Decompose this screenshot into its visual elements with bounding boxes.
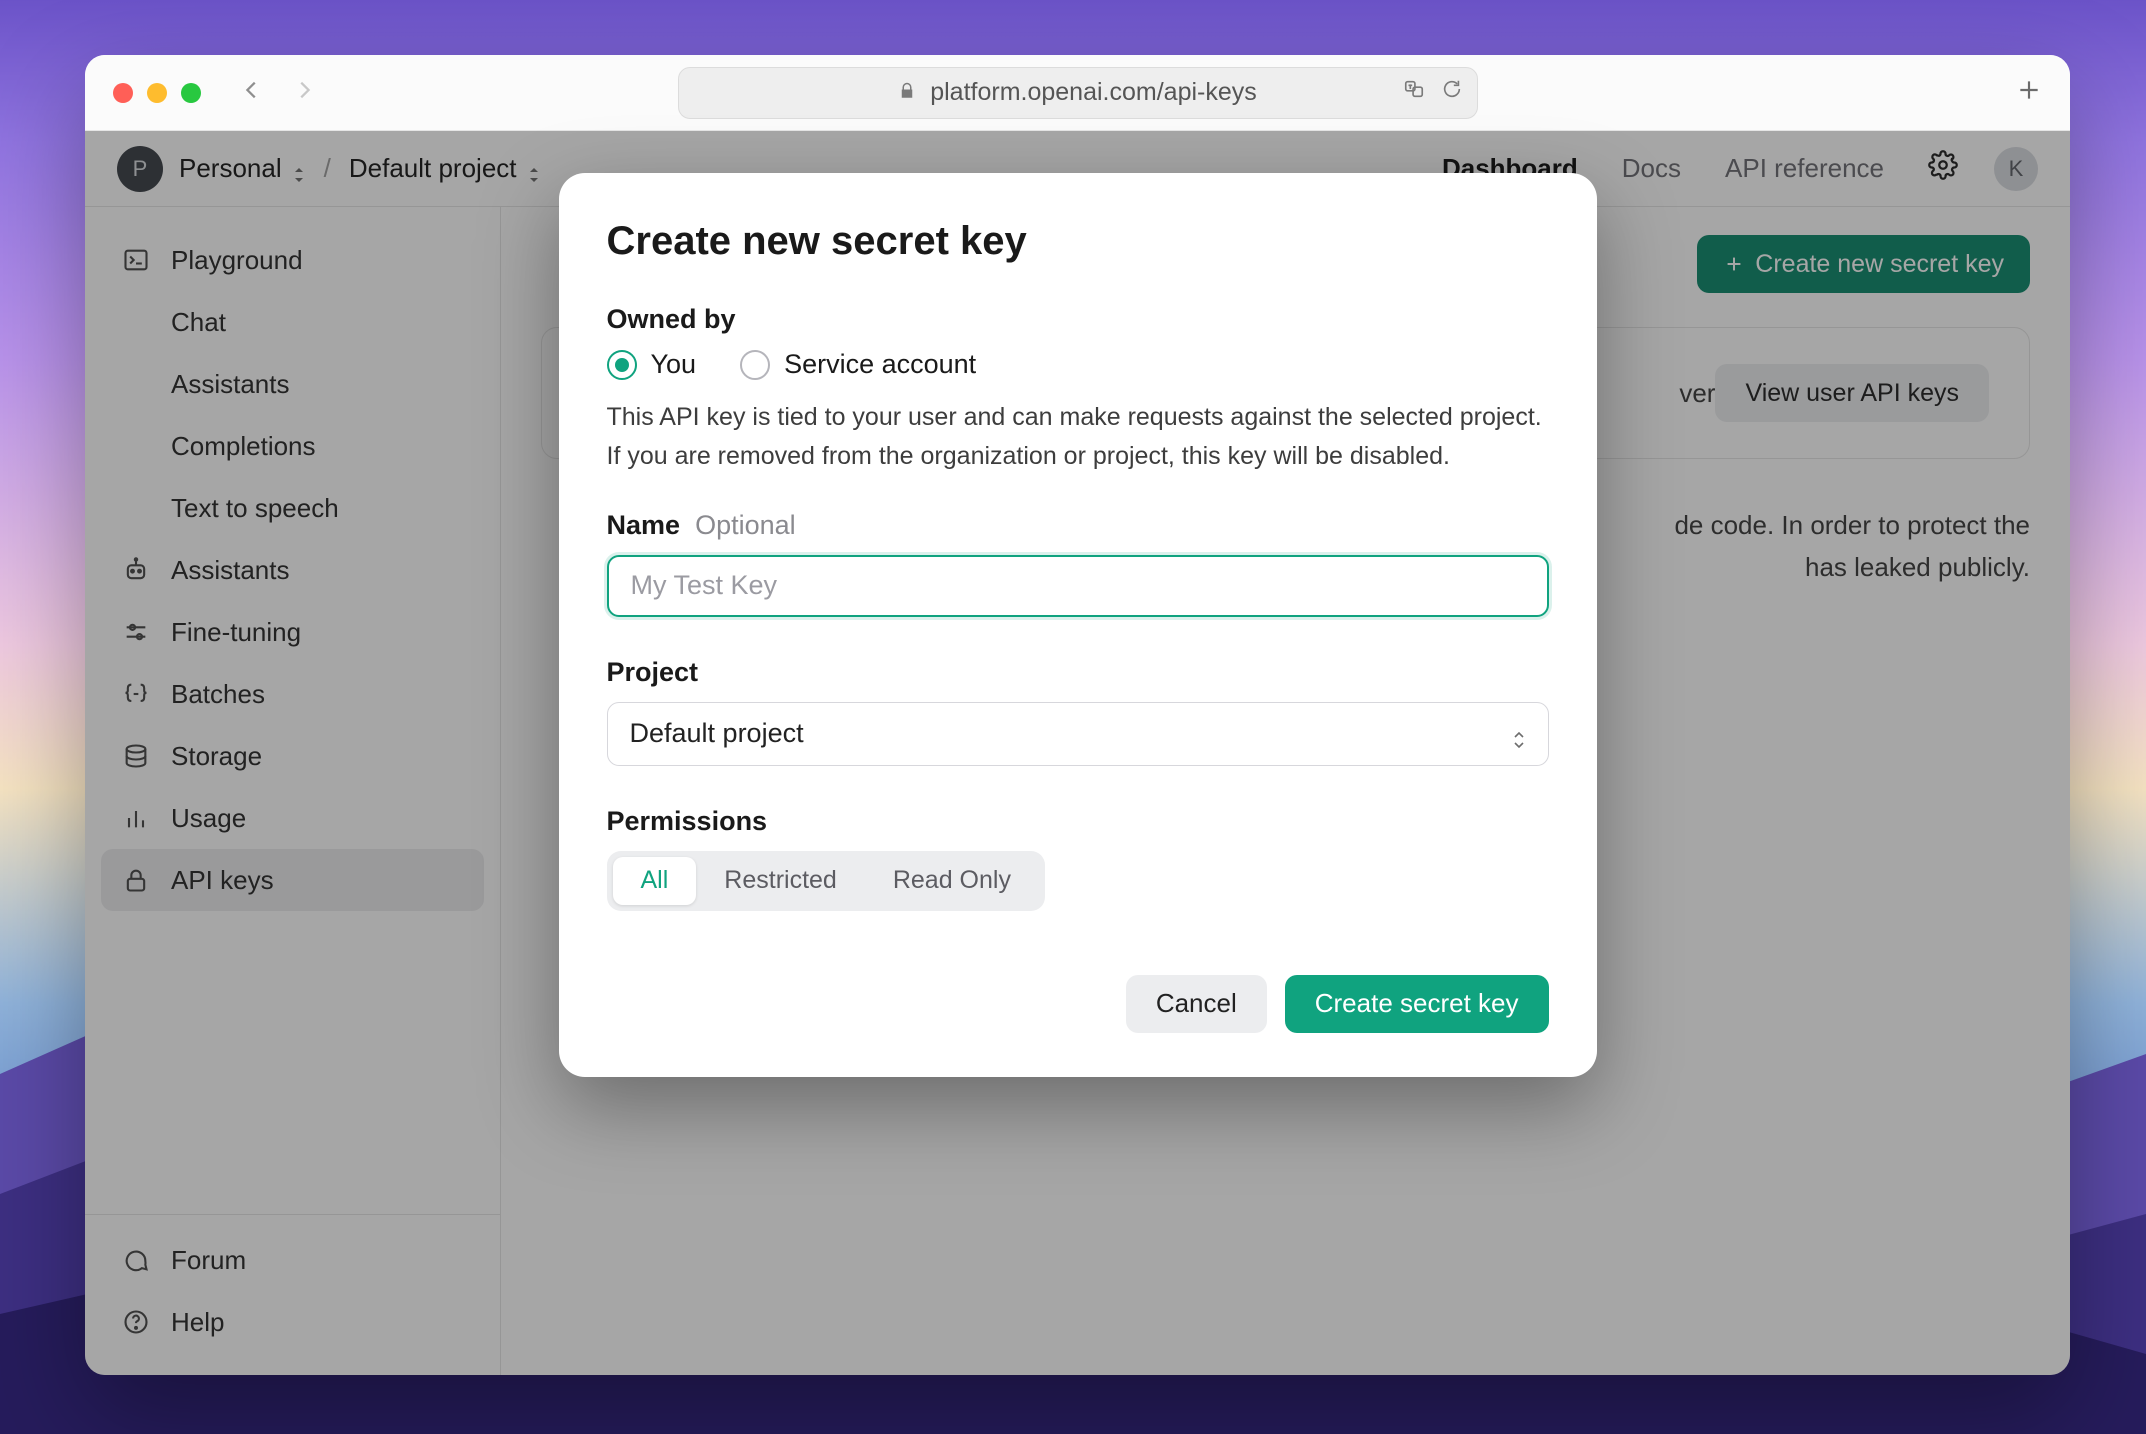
create-secret-key-submit[interactable]: Create secret key — [1285, 975, 1549, 1033]
project-select-value: Default project — [630, 718, 804, 749]
address-bar[interactable]: platform.openai.com/api-keys — [678, 67, 1478, 119]
key-name-input[interactable] — [607, 555, 1549, 617]
translate-icon[interactable] — [1403, 78, 1425, 107]
window-controls — [113, 83, 201, 103]
permission-restricted[interactable]: Restricted — [696, 857, 865, 905]
owner-you-radio[interactable]: You — [607, 349, 697, 380]
name-label: Name Optional — [607, 510, 1549, 541]
minimize-window-button[interactable] — [147, 83, 167, 103]
owner-hint: This API key is tied to your user and ca… — [607, 398, 1549, 476]
browser-window: platform.openai.com/api-keys P Personal … — [85, 55, 2070, 1375]
create-key-modal: Create new secret key Owned by You Servi… — [559, 173, 1597, 1077]
permissions-segmented: All Restricted Read Only — [607, 851, 1045, 911]
reload-icon[interactable] — [1441, 78, 1463, 107]
back-button[interactable] — [241, 79, 263, 106]
lock-icon — [898, 78, 916, 107]
forward-button[interactable] — [293, 79, 315, 106]
radio-icon — [740, 350, 770, 380]
new-tab-button[interactable] — [2016, 77, 2042, 108]
maximize-window-button[interactable] — [181, 83, 201, 103]
radio-icon — [607, 350, 637, 380]
titlebar: platform.openai.com/api-keys — [85, 55, 2070, 131]
close-window-button[interactable] — [113, 83, 133, 103]
project-label: Project — [607, 657, 1549, 688]
modal-title: Create new secret key — [607, 219, 1549, 264]
permission-all[interactable]: All — [613, 857, 697, 905]
owned-by-label: Owned by — [607, 304, 1549, 335]
chevron-updown-icon — [1512, 725, 1526, 743]
permissions-label: Permissions — [607, 806, 1549, 837]
cancel-button[interactable]: Cancel — [1126, 975, 1267, 1033]
url-text: platform.openai.com/api-keys — [930, 78, 1257, 107]
project-select[interactable]: Default project — [607, 702, 1549, 766]
permission-readonly[interactable]: Read Only — [865, 857, 1039, 905]
owner-service-account-radio[interactable]: Service account — [740, 349, 976, 380]
radio-label: You — [651, 349, 697, 380]
modal-overlay: Create new secret key Owned by You Servi… — [85, 131, 2070, 1375]
radio-label: Service account — [784, 349, 976, 380]
optional-hint: Optional — [695, 510, 796, 540]
